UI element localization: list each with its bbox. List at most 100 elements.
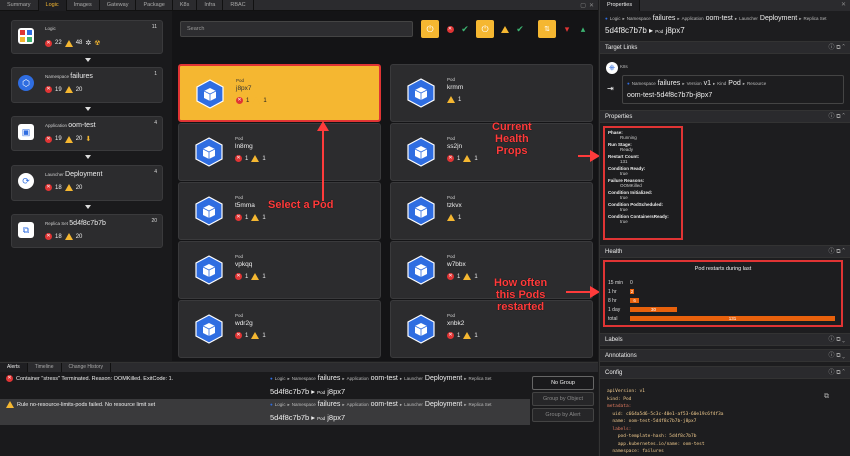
tab-k8s[interactable]: K8s [173,0,198,11]
pod-status: ✕ 1 1 [447,273,478,280]
pod-card[interactable]: Pod krmm 1 [390,64,593,122]
property-value: true [620,171,628,176]
pod-card[interactable]: Pod w7bbx ✕ 1 1 [390,241,593,299]
annotation-arrow-right-health [566,286,600,298]
power-filter-button-2[interactable]: ⏻ [476,20,494,38]
hier-count: 1 [154,71,157,77]
group-by-object-button[interactable]: Group by Object [532,392,594,406]
tab-alerts[interactable]: Alerts [0,363,28,372]
ok-filter-button-2[interactable]: ✔ [511,20,529,38]
property-key: Condition ContainersReady: [608,214,669,219]
hier-kind: Application oom-test [45,122,96,129]
hier-card-namespace[interactable]: ⬡ Namespace failures 1 ✕ 19 20 [11,67,163,103]
property-value: Ready [620,147,634,152]
alert-row[interactable]: ✕ Container "stress" Terminated. Reason: … [0,373,530,399]
group-by-alert-button[interactable]: Group by Alert [532,408,594,422]
pod-icon [195,196,223,226]
section-health[interactable]: Health ⓘ ⧉ ⌃ [600,245,850,258]
namespace-icon: ⬡ [18,75,34,91]
copy-icon[interactable]: ⧉ [824,393,829,401]
section-controls[interactable]: ⓘ ⧉ ⌃ [829,42,845,54]
warning-icon [64,184,73,191]
section-annotations[interactable]: Annotations ⓘ ⧉ ⌄ [600,349,850,362]
hier-card-replicaset[interactable]: ⧉ Replica Set 5d4f8c7b7b 20 ✕ 18 20 [11,214,163,248]
chart-title: Pod restarts during last [694,266,752,272]
alert-context: ● Logic ▸ Namespace failures ▸ Application oo… [270,375,492,382]
launcher-icon: ⟳ [18,173,34,189]
error-icon: ✕ [235,332,242,339]
hier-card-logic[interactable]: Logic 11 ✕ 22 48 ✲ ☢ [11,20,163,54]
annotation-arrow-up [317,121,329,201]
chart-row: 8 hr 6 [608,297,640,304]
pod-card[interactable]: Pod tzkvx 1 [390,182,593,240]
tab-properties[interactable]: Properties [600,0,641,11]
pod-card[interactable]: Pod wdr2g ✕ 1 1 [178,300,381,358]
warning-icon [251,273,260,280]
download-icon: ⬇ [85,136,92,143]
error-icon: ✕ [235,155,242,162]
warning-icon [463,332,472,339]
tab-timeline[interactable]: Timeline [28,363,62,372]
section-properties[interactable]: Properties ⓘ ⧉ ⌃ [600,110,850,123]
tab-rbac[interactable]: RBAC [223,0,254,11]
close-icon[interactable]: ✕ [841,1,846,8]
pod-kind: Pod [235,195,244,200]
logic-icon: ● [270,402,273,407]
section-controls[interactable]: ⓘ ⧉ ⌄ [829,334,845,346]
hier-card-launcher[interactable]: ⟳ Launcher Deployment 4 ✕ 18 20 [11,165,163,201]
target-link-card[interactable]: ● Namespace failures ▸ Version v1 ▸ Kind Pod ▸… [622,75,844,104]
search-input[interactable]: Search [180,21,413,37]
tab-logic[interactable]: Logic [38,0,67,11]
tab-images[interactable]: Images [67,0,100,11]
annotation-arrow-right-props [578,150,600,162]
pod-name: ss2jn [447,143,463,150]
warning-icon [251,155,260,162]
top-tab-bar: Summary Logic Images Gateway Package K8s… [0,0,598,11]
pod-card[interactable]: Pod t5mma ✕ 1 1 [178,182,381,240]
config-line: uid: c664a5d6-5c3c-40e1-af53-60e19c6f4f3… [607,411,724,417]
sort-button[interactable]: ⇅ [538,20,556,38]
close-icon[interactable]: ✕ [589,2,594,9]
section-controls[interactable]: ⓘ ⧉ ⌃ [829,246,845,258]
config-line: kind: Pod [607,396,632,402]
pod-card[interactable]: Pod xnbk2 ✕ 1 1 [390,300,593,358]
property-item: Condition PodScheduled: true [608,202,678,212]
chart-value-label: 2 [630,289,634,294]
properties-tab-bar: Properties ✕ [600,0,850,11]
pod-card[interactable]: Pod j8px7 ✕ 1 1 [178,64,381,122]
tab-summary[interactable]: Summary [0,0,39,11]
sort-ok-button[interactable]: ▴ [574,20,592,38]
chart-category: total [608,315,618,322]
pod-card[interactable]: Pod vpkqq ✕ 1 1 [178,241,381,299]
link-icon: ⇥ [607,84,614,93]
tab-infra[interactable]: Infra [197,0,224,11]
power-filter-button[interactable]: ⏻ [421,20,439,38]
ok-filter-button[interactable]: ✔ [456,20,474,38]
section-controls[interactable]: ⓘ ⧉ ⌃ [829,111,845,123]
pod-card[interactable]: Pod ln8mg ✕ 1 1 [178,123,381,181]
tab-gateway[interactable]: Gateway [100,0,137,11]
maximize-icon[interactable]: ▢ [580,2,586,9]
property-item: Restart Count: 131 [608,154,678,164]
hier-arrow [85,58,91,62]
tab-change-history[interactable]: Change History [62,363,111,372]
tab-package[interactable]: Package [136,0,173,11]
error-icon: ✕ [45,135,52,143]
section-controls[interactable]: ⓘ ⧉ ⌃ [829,367,845,379]
chart-row: 1 day 30 [608,306,677,313]
pods-area: Search ⏻ ✕ ✔ ⏻ ✔ ⇅ ▾ ▴ Pod j8px7 ✕ 1 1 Pod krm… [172,11,598,361]
alert-row[interactable]: Rule no-resource-limits-pods failed. No … [0,399,530,425]
section-target-links[interactable]: Target Links ⓘ ⧉ ⌃ [600,41,850,54]
no-group-button[interactable]: No Group [532,376,594,390]
pod-icon [407,255,435,285]
error-icon: ✕ [235,214,242,221]
section-controls[interactable]: ⓘ ⧉ ⌄ [829,350,845,362]
alert-context: ● Logic ▸ Namespace failures ▸ Application oo… [270,401,492,408]
pod-name: krmm [447,84,464,91]
section-labels[interactable]: Labels ⓘ ⧉ ⌄ [600,333,850,346]
config-line: app.kubernetes.io/name: oom-test [607,441,705,447]
property-item: Failure Reasons: OOMKilled [608,178,678,188]
alert-tab-bar: Alerts Timeline Change History [0,363,598,372]
hier-card-application[interactable]: ▣ Application oom-test 4 ✕ 19 20 ⬇ [11,116,163,151]
section-config[interactable]: Config ⓘ ⧉ ⌃ [600,366,850,379]
